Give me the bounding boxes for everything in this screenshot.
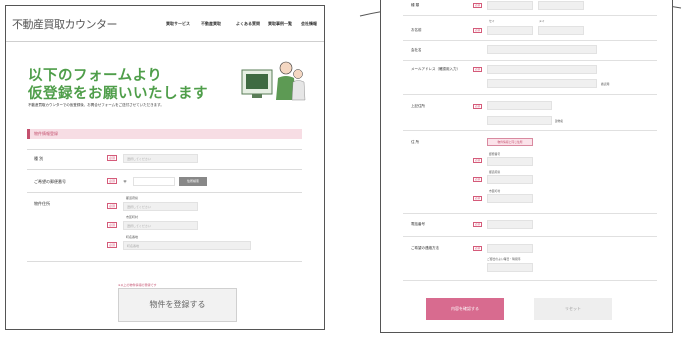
confirm-button[interactable]: 内容を確認する xyxy=(426,298,504,320)
property-type-select[interactable]: 選択してください xyxy=(123,154,198,163)
required-badge: 必須 xyxy=(473,196,482,201)
type-field[interactable] xyxy=(487,1,533,10)
hero-banner: 以下のフォームより 仮登録をお願いいたします 不動産買取カウンターでの仮登録後、… xyxy=(6,44,324,116)
row-divider xyxy=(403,236,657,237)
row-divider xyxy=(403,94,657,95)
nav-item[interactable]: 買取サービス xyxy=(166,21,190,27)
field-label: 電話番号 xyxy=(411,222,425,226)
site-logo[interactable]: 不動産買取カウンター xyxy=(12,16,118,32)
last-name-input[interactable] xyxy=(487,26,533,35)
field-label: ご希望の連絡方法 xyxy=(411,246,439,250)
required-badge: 必須 xyxy=(107,155,117,161)
sub-caption: ご都合のよい曜日・時間帯 xyxy=(487,257,521,261)
field-label: 住 所 xyxy=(411,140,420,144)
sub-caption: 郵便番号 xyxy=(489,152,501,156)
nav-item[interactable]: 買取事例一覧 xyxy=(268,21,292,27)
sub-caption: 都道府県 xyxy=(489,170,501,174)
register-property-button[interactable]: 物件を登録する xyxy=(118,288,237,322)
company-input[interactable] xyxy=(487,45,597,54)
sub-caption: メイ xyxy=(539,19,545,23)
site-header: 不動産買取カウンター 買取サービス 不動産買取 よくある質問 買取事例一覧 会社… xyxy=(6,6,324,42)
building-input[interactable] xyxy=(487,116,552,125)
required-badge: 必須 xyxy=(473,222,482,227)
postal-mark: 〒 xyxy=(123,179,127,184)
row-divider xyxy=(27,261,302,262)
required-badge: 必須 xyxy=(107,203,117,209)
prefecture-input[interactable] xyxy=(487,175,533,184)
reset-button[interactable]: リセット xyxy=(534,298,612,320)
row-divider xyxy=(403,280,657,281)
row-divider xyxy=(403,15,657,16)
form-page-left: 不動産買取カウンター 買取サービス 不動産買取 よくある質問 買取事例一覧 会社… xyxy=(5,5,325,330)
sub-caption: 町名番地 xyxy=(126,235,139,239)
same-as-property-address-button[interactable]: 物件情報と同じ住所 xyxy=(487,138,533,146)
nav-item[interactable]: 不動産買取 xyxy=(201,21,221,27)
contact-time-input[interactable] xyxy=(487,263,533,272)
postal-input[interactable] xyxy=(487,157,533,166)
street-input[interactable]: 町名番地 xyxy=(123,241,251,250)
required-badge: 必須 xyxy=(473,104,482,109)
email-confirm-input[interactable] xyxy=(487,79,597,88)
field-label: お名前 xyxy=(411,28,422,32)
contact-method-select[interactable] xyxy=(487,244,533,253)
field-label: 物件住所 xyxy=(34,201,50,206)
section-heading: 物件情報登録 xyxy=(27,129,302,139)
sub-caption: 市区町村 xyxy=(126,215,139,219)
field-suffix: 建物名 xyxy=(555,119,564,123)
nav-item[interactable]: よくある質問 xyxy=(236,21,260,27)
field-label: 会社名 xyxy=(411,48,422,52)
section-title: 物件情報登録 xyxy=(34,131,58,136)
field-label: 種 別 xyxy=(34,156,44,161)
row-divider xyxy=(403,60,657,61)
sub-caption: 市区町村 xyxy=(489,189,501,193)
required-badge: 必須 xyxy=(473,67,482,72)
field-label: ご希望の郵便番号 xyxy=(34,179,66,184)
form-note: ※以上の物件情報の登録です xyxy=(118,283,157,287)
row-divider xyxy=(27,149,302,150)
prefecture-select[interactable]: 選択してください xyxy=(123,202,198,211)
hero-title-line2: 仮登録をお願いいたします xyxy=(28,86,208,102)
required-badge: 必須 xyxy=(473,28,482,33)
required-badge: 必須 xyxy=(473,158,482,163)
address-input[interactable] xyxy=(487,101,552,110)
row-divider xyxy=(403,130,657,131)
nav-item[interactable]: 会社情報 xyxy=(301,21,317,27)
required-badge: 必須 xyxy=(107,178,117,184)
row-divider xyxy=(27,169,302,170)
type-field-2[interactable] xyxy=(538,1,584,10)
field-label: 種 類 xyxy=(411,3,420,7)
required-badge: 必須 xyxy=(107,242,117,248)
sub-caption: セイ xyxy=(489,19,495,23)
city-select[interactable]: 選択してください xyxy=(123,221,198,230)
staff-illustration xyxy=(241,61,306,101)
field-suffix: 確認用 xyxy=(601,82,610,86)
city-input[interactable] xyxy=(487,194,533,203)
required-badge: 必須 xyxy=(473,3,482,8)
field-label: メールアドレス（確認用入力） xyxy=(411,67,460,71)
row-divider xyxy=(27,192,302,193)
row-divider xyxy=(403,40,657,41)
first-name-input[interactable] xyxy=(538,26,584,35)
required-badge: 必須 xyxy=(473,177,482,182)
row-divider xyxy=(403,213,657,214)
form-page-right: 種 類 必須 セイ メイ お名前 必須 会社名 メールアドレス（確認用入力） 必… xyxy=(380,0,673,333)
required-badge: 必須 xyxy=(107,222,117,228)
postal-code-input[interactable] xyxy=(133,177,175,186)
phone-input[interactable] xyxy=(487,220,533,229)
sub-caption: 都道府県 xyxy=(126,196,139,200)
address-search-button[interactable]: 住所検索 xyxy=(179,177,207,186)
field-label: 上記住所 xyxy=(411,104,425,108)
hero-subtitle: 不動産買取カウンターでの仮登録後、お問合せフォームをご送付させていただきます。 xyxy=(28,103,164,107)
required-badge: 必須 xyxy=(473,246,482,251)
email-input[interactable] xyxy=(487,65,597,74)
